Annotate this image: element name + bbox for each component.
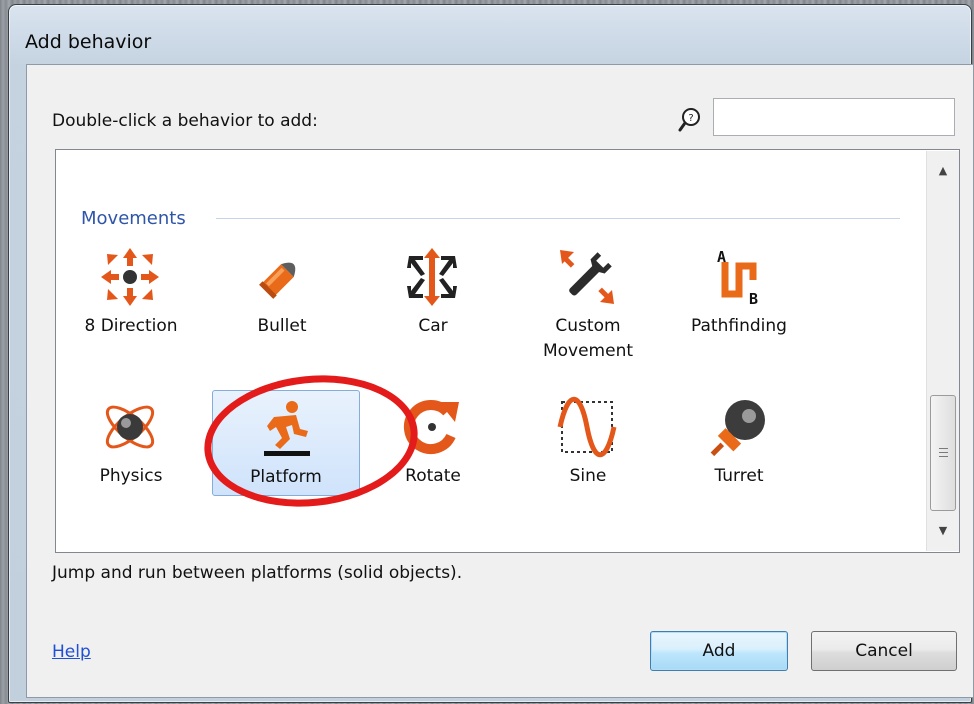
svg-text:?: ?	[688, 113, 693, 124]
behavior-item-pathfinding[interactable]: A B Pathfinding	[669, 240, 809, 346]
cancel-button[interactable]: Cancel	[811, 631, 957, 671]
platform-icon	[264, 401, 310, 456]
dialog-title: Add behavior	[25, 31, 152, 53]
scroll-thumb[interactable]	[930, 395, 956, 511]
category-header: Movements	[81, 208, 186, 229]
svg-text:A: A	[717, 248, 726, 266]
behavior-item-car[interactable]: Car	[363, 240, 503, 346]
behavior-label: Custom Movement	[542, 316, 634, 361]
instruction-text: Double-click a behavior to add:	[52, 111, 318, 131]
behavior-label: 8 Direction	[84, 316, 178, 336]
behavior-item-rotate[interactable]: Rotate	[363, 390, 503, 496]
behavior-item-turret[interactable]: Turret	[669, 390, 809, 496]
physics-icon	[105, 405, 155, 449]
behavior-item-sine[interactable]: Sine	[518, 390, 658, 496]
behavior-item-8-direction[interactable]: 8 Direction	[61, 240, 201, 346]
help-link[interactable]: Help	[52, 642, 91, 662]
behavior-item-physics[interactable]: Physics	[61, 390, 201, 496]
dialog-body: Double-click a behavior to add: ? Moveme…	[26, 64, 974, 698]
scroll-up-icon[interactable]: ▲	[927, 155, 959, 187]
pathfinding-icon: A B	[717, 248, 758, 308]
eight-direction-icon	[101, 248, 159, 306]
add-behavior-dialog: Add behavior Double-click a behavior to …	[8, 4, 974, 703]
svg-text:B: B	[749, 290, 758, 308]
scroll-down-icon[interactable]: ▼	[927, 515, 959, 547]
behavior-label: Bullet	[257, 316, 307, 336]
sine-icon	[557, 396, 617, 458]
custom-movement-icon	[560, 250, 614, 304]
behavior-item-custom-movement[interactable]: Custom Movement	[518, 240, 658, 361]
behavior-label: Turret	[714, 466, 764, 486]
behavior-label: Pathfinding	[691, 316, 787, 336]
behavior-label: Sine	[569, 466, 607, 486]
rotate-icon	[403, 400, 459, 454]
grip-icon	[939, 448, 948, 458]
turret-icon	[710, 400, 765, 457]
search-icon[interactable]: ?	[678, 107, 702, 133]
behavior-label: Rotate	[405, 466, 461, 486]
car-icon	[407, 248, 457, 306]
behavior-label: Physics	[99, 466, 163, 486]
behavior-list: Movements 8 Direction Bullet Car Custom …	[55, 149, 960, 553]
add-button[interactable]: Add	[650, 631, 788, 671]
vertical-scrollbar[interactable]: ▲ ▼	[926, 151, 959, 551]
behavior-label: Car	[418, 316, 448, 336]
bullet-icon	[259, 262, 296, 299]
behavior-item-bullet[interactable]: Bullet	[212, 240, 352, 346]
behavior-description: Jump and run between platforms (solid ob…	[52, 563, 463, 583]
search-input[interactable]	[713, 98, 955, 136]
behavior-item-platform[interactable]: Platform	[212, 390, 360, 496]
category-divider	[216, 218, 900, 219]
behavior-label: Platform	[250, 467, 322, 487]
